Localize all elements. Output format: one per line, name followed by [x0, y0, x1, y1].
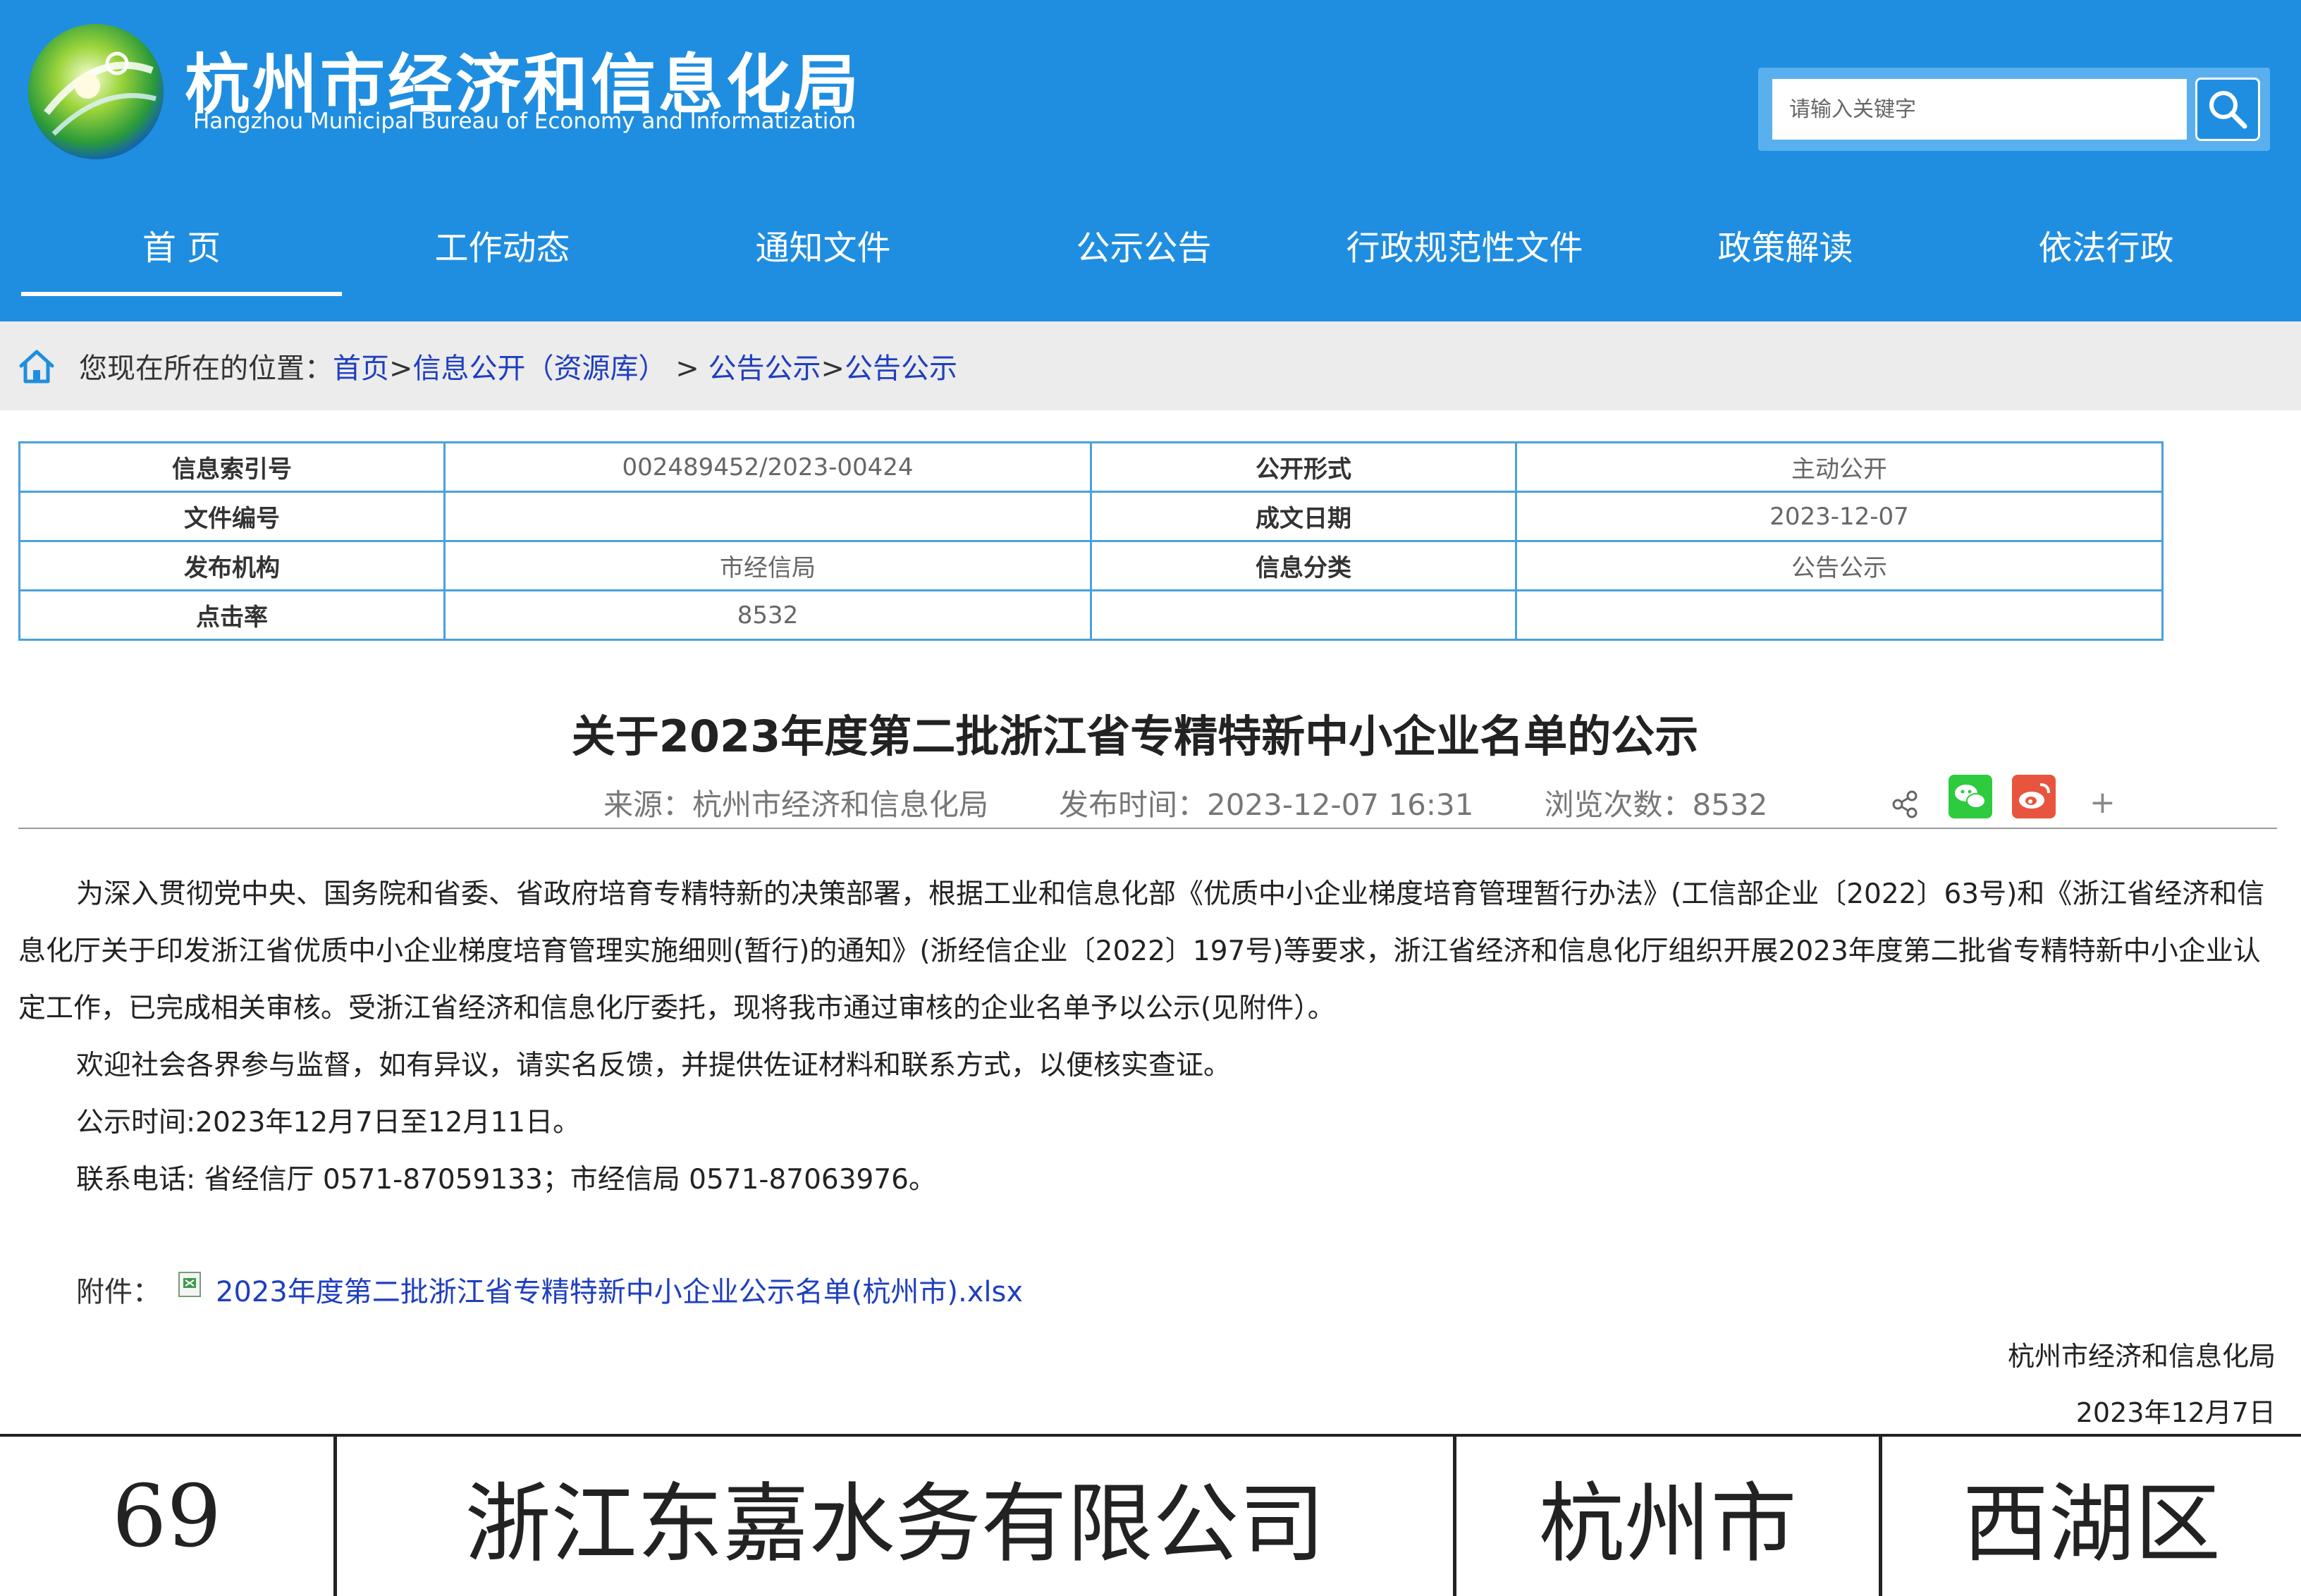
table-cell-company: 浙江东嘉水务有限公司: [337, 1437, 1456, 1596]
table-row: 点击率 8532: [18, 589, 2164, 641]
nav-item-work-news[interactable]: 工作动态: [342, 204, 663, 296]
form-label: 公开形式: [1090, 441, 1517, 493]
signature-org: 杭州市经济和信息化局: [2007, 1341, 2276, 1372]
main-nav: 首 页 工作动态 通知文件 公示公告 行政规范性文件 政策解读 依法行政: [0, 204, 2301, 296]
share-bar: +: [1889, 768, 2116, 825]
nav-item-regulations[interactable]: 行政规范性文件: [1304, 204, 1625, 296]
org-label: 发布机构: [18, 540, 446, 591]
org-value: 市经信局: [443, 540, 1092, 591]
excel-file-icon: [178, 1272, 201, 1297]
article-title: 关于2023年度第二批浙江省专精特新中小企业名单的公示: [571, 711, 1699, 762]
attachment: 附件： 2023年度第二批浙江省专精特新中小企业公示名单(杭州市).xlsx: [76, 1269, 1023, 1310]
nav-item-policy-interpretation[interactable]: 政策解读: [1625, 204, 1946, 296]
nav-item-announcements[interactable]: 公示公告: [983, 204, 1304, 296]
nav-item-home[interactable]: 首 页: [21, 204, 342, 296]
signature: 杭州市经济和信息化局 2023年12月7日: [2008, 1328, 2276, 1441]
paragraph: 公示时间:2023年12月7日至12月11日。: [76, 1107, 581, 1138]
empty-cell: [1515, 589, 2164, 641]
date-label: 成文日期: [1090, 491, 1517, 542]
index-label: 信息索引号: [18, 441, 446, 493]
article-source: 来源：杭州市经济和信息化局: [603, 787, 989, 822]
paragraph: 联系电话: 省经信厅 0571-87059133；市经信局 0571-87063…: [76, 1164, 936, 1196]
nav-item-legal-administration[interactable]: 依法行政: [1946, 204, 2266, 296]
table-cell-district: 西湖区: [1963, 1473, 2221, 1574]
table-row: 文件编号 成文日期 2023-12-07: [18, 491, 2164, 542]
search-button[interactable]: [2195, 78, 2260, 141]
category-label: 信息分类: [1090, 540, 1517, 591]
site-header: 杭州市经济和信息化局 Hangzhou Municipal Bureau of …: [0, 0, 2301, 321]
article-info: 来源：杭州市经济和信息化局 发布时间：2023-12-07 16:31 浏览次数：8…: [603, 781, 1767, 824]
table-row: 发布机构 市经信局 信息分类 公告公示: [18, 540, 2164, 591]
article-publish-time: 发布时间：2023-12-07 16:31: [1059, 787, 1474, 822]
docno-label: 文件编号: [18, 491, 446, 542]
date-value: 2023-12-07: [1515, 491, 2164, 542]
weibo-icon[interactable]: [2012, 775, 2056, 818]
breadcrumb-text: 您现在所在的位置：首页>信息公开（资源库） > 公告公示>公告公示: [79, 345, 957, 386]
table-cell-city: 杭州市: [1456, 1437, 1882, 1596]
site-subtitle: Hangzhou Municipal Bureau of Economy and…: [193, 109, 857, 134]
docno-value: [443, 491, 1092, 542]
breadcrumb-link-announcements[interactable]: 公告公示: [708, 352, 821, 385]
breadcrumb-link-info-disclosure[interactable]: 信息公开（资源库）: [413, 352, 667, 385]
bureau-logo-icon[interactable]: [25, 21, 166, 162]
breadcrumb-link-home[interactable]: 首页: [333, 352, 389, 385]
search-icon: [2209, 91, 2247, 129]
home-icon: [19, 350, 54, 383]
attachment-label: 附件：: [76, 1276, 161, 1308]
breadcrumb-separator: >: [821, 352, 845, 385]
breadcrumb-separator: >: [389, 352, 413, 385]
breadcrumb: 您现在所在的位置：首页>信息公开（资源库） > 公告公示>公告公示: [0, 321, 2301, 410]
metadata-table: 信息索引号 002489452/2023-00424 公开形式 主动公开 文件编…: [18, 441, 2164, 641]
paragraph: 欢迎社会各界参与监督，如有异议，请实名反馈，并提供佐证材料和联系方式，以便核实查…: [76, 1050, 1232, 1081]
index-value: 002489452/2023-00424: [443, 441, 1092, 493]
table-row: 信息索引号 002489452/2023-00424 公开形式 主动公开: [18, 441, 2164, 493]
search-box: [1758, 68, 2270, 151]
category-value: 公告公示: [1515, 540, 2164, 591]
search-input[interactable]: [1772, 79, 2187, 140]
breadcrumb-separator: >: [666, 352, 708, 385]
empty-cell: [1090, 589, 1517, 641]
breadcrumb-prefix: 您现在所在的位置：: [79, 352, 333, 385]
breadcrumb-link-announcements-current[interactable]: 公告公示: [845, 352, 957, 385]
signature-date: 2023年12月7日: [2075, 1397, 2276, 1428]
wechat-icon[interactable]: [1949, 775, 1992, 818]
clicks-value: 8532: [443, 589, 1092, 641]
form-value: 主动公开: [1515, 441, 2164, 493]
attachment-link[interactable]: 2023年度第二批浙江省专精特新中小企业公示名单(杭州市).xlsx: [216, 1269, 1023, 1310]
nav-item-notices[interactable]: 通知文件: [663, 204, 983, 296]
share-icon[interactable]: [1889, 789, 1920, 820]
plus-icon[interactable]: +: [2090, 785, 2116, 821]
divider: [18, 828, 2277, 829]
article-body: 为深入贯彻党中央、国务院和省委、省政府培育专精特新的决策部署，根据工业和信息化部…: [18, 866, 2278, 1208]
article-views: 浏览次数：8532: [1544, 787, 1768, 822]
embedded-table-image: 69 浙江东嘉水务有限公司 杭州市 西湖区: [0, 1434, 2301, 1596]
paragraph: 为深入贯彻党中央、国务院和省委、省政府培育专精特新的决策部署，根据工业和信息化部…: [18, 878, 2265, 1024]
table-cell-number: 69: [0, 1437, 337, 1596]
clicks-label: 点击率: [18, 589, 446, 641]
